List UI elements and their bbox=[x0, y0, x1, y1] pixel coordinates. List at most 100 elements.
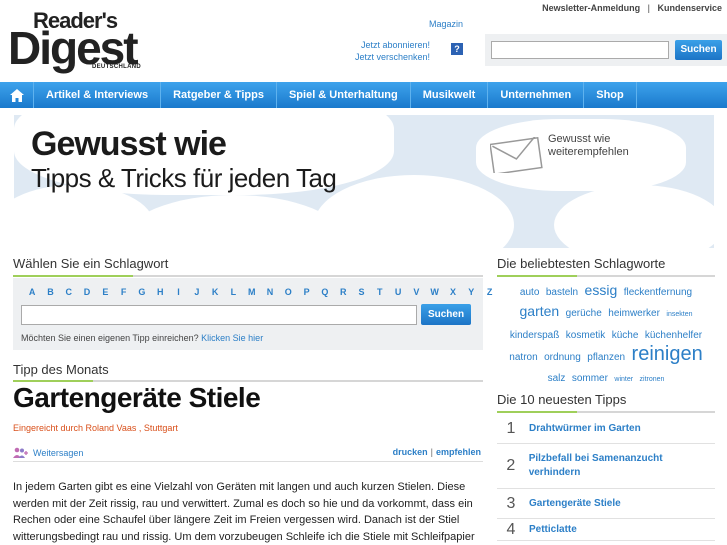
letter-link[interactable]: D bbox=[78, 287, 96, 297]
magazin-label: Magazin bbox=[429, 19, 464, 29]
letter-link[interactable]: Y bbox=[462, 287, 480, 297]
letter-link[interactable]: T bbox=[371, 287, 389, 297]
subscribe-link[interactable]: Jetzt abonnieren! bbox=[355, 39, 430, 51]
letter-link[interactable]: B bbox=[41, 287, 59, 297]
letter-link[interactable]: Z bbox=[480, 287, 498, 297]
tag-link[interactable]: natron bbox=[509, 352, 537, 363]
letter-link[interactable]: S bbox=[352, 287, 370, 297]
article-actions: Weitersagen drucken | empfehlen bbox=[13, 446, 483, 462]
search-box: Suchen bbox=[485, 34, 727, 66]
letter-link[interactable]: V bbox=[407, 287, 425, 297]
newest-list: 1 Drahtwürmer im Garten 2 Pilzbefall bei Sa… bbox=[497, 414, 715, 541]
letter-link[interactable]: O bbox=[279, 287, 297, 297]
main-nav: Artikel & Interviews Ratgeber & Tipps Sp… bbox=[0, 82, 727, 108]
tag-link[interactable]: salz bbox=[548, 373, 566, 384]
newest-link[interactable]: Petticlatte bbox=[525, 523, 577, 537]
nav-musikwelt[interactable]: Musikwelt bbox=[411, 82, 489, 108]
subscription-links: Jetzt abonnieren! Jetzt verschenken! bbox=[355, 39, 430, 63]
tag-link[interactable]: auto bbox=[520, 287, 539, 298]
newest-heading-wrap: Die 10 neuesten Tipps bbox=[497, 392, 715, 413]
tag-link[interactable]: heimwerker bbox=[608, 308, 660, 319]
tag-link[interactable]: fleckentfernung bbox=[624, 287, 692, 298]
tag-link[interactable]: ordnung bbox=[544, 352, 581, 363]
recommend-link[interactable]: empfehlen bbox=[436, 447, 481, 457]
tag-link[interactable]: kinderspaß bbox=[510, 330, 559, 341]
nav-spiel[interactable]: Spiel & Unterhaltung bbox=[277, 82, 411, 108]
tag-link[interactable]: garten bbox=[520, 303, 560, 319]
newest-row[interactable]: 4 Petticlatte bbox=[497, 519, 715, 541]
keyword-heading: Wählen Sie ein Schlagwort bbox=[13, 256, 169, 271]
letter-link[interactable]: G bbox=[133, 287, 151, 297]
article-body: In jedem Garten gibt es eine Vielzahl vo… bbox=[13, 481, 475, 543]
letter-link[interactable]: W bbox=[426, 287, 444, 297]
separator: | bbox=[430, 447, 433, 457]
tag-link[interactable]: basteln bbox=[546, 287, 578, 298]
letter-link[interactable]: R bbox=[334, 287, 352, 297]
letter-link[interactable]: C bbox=[60, 287, 78, 297]
own-tip-link[interactable]: Klicken Sie hier bbox=[201, 333, 263, 343]
letter-link[interactable]: F bbox=[114, 287, 132, 297]
tag-link[interactable]: gerüche bbox=[566, 308, 602, 319]
nav-shop[interactable]: Shop bbox=[584, 82, 637, 108]
article-title: Gartengeräte Stiele bbox=[13, 382, 261, 413]
search-input[interactable] bbox=[491, 41, 669, 59]
tag-link[interactable]: reinigen bbox=[632, 343, 703, 365]
home-icon bbox=[9, 88, 24, 102]
share-label: Weitersagen bbox=[33, 447, 84, 458]
readers-digest-logo[interactable]: Reader's Digest DEUTSCHLAND bbox=[8, 8, 148, 72]
keyword-search-button[interactable]: Suchen bbox=[421, 304, 471, 325]
newest-row[interactable]: 1 Drahtwürmer im Garten bbox=[497, 414, 715, 444]
letter-link[interactable]: M bbox=[243, 287, 261, 297]
letter-link[interactable]: A bbox=[23, 287, 41, 297]
share-banner-text[interactable]: Gewusst wie weiterempfehlen bbox=[548, 133, 629, 159]
tag-link[interactable]: küchenhelfer bbox=[645, 330, 702, 341]
newest-link[interactable]: Drahtwürmer im Garten bbox=[525, 422, 641, 436]
keyword-input[interactable] bbox=[21, 305, 417, 325]
letter-link[interactable]: I bbox=[169, 287, 187, 297]
tag-link[interactable]: pflanzen bbox=[587, 352, 625, 363]
share-link[interactable]: Weitersagen bbox=[13, 447, 83, 458]
tag-link[interactable]: winter bbox=[614, 376, 633, 383]
tag-link[interactable]: sommer bbox=[572, 373, 608, 384]
alphabet-list: ABCDEFGHIJKLMNOPQRSTUVWXYZ bbox=[23, 287, 499, 297]
tag-link[interactable]: küche bbox=[612, 330, 639, 341]
envelope-icon[interactable] bbox=[490, 137, 544, 173]
keyword-box: ABCDEFGHIJKLMNOPQRSTUVWXYZ Suchen Möchte… bbox=[13, 278, 492, 350]
logo-line3: DEUTSCHLAND bbox=[92, 64, 141, 70]
letter-link[interactable]: K bbox=[206, 287, 224, 297]
home-button[interactable] bbox=[0, 82, 34, 108]
people-plus-icon bbox=[13, 447, 28, 458]
newest-link[interactable]: Pilzbefall bei Samenanzucht verhindern bbox=[525, 452, 715, 480]
letter-link[interactable]: N bbox=[261, 287, 279, 297]
banner-subtitle: Tipps & Tricks für jeden Tag bbox=[31, 163, 337, 193]
gift-link[interactable]: Jetzt verschenken! bbox=[355, 51, 430, 63]
letter-link[interactable]: L bbox=[224, 287, 242, 297]
print-link[interactable]: drucken bbox=[393, 447, 428, 457]
search-button[interactable]: Suchen bbox=[675, 40, 722, 60]
help-icon[interactable]: ? bbox=[451, 43, 463, 55]
newest-row[interactable]: 3 Gartengeräte Stiele bbox=[497, 489, 715, 519]
customer-service-link[interactable]: Kundenservice bbox=[657, 3, 722, 13]
letter-link[interactable]: P bbox=[297, 287, 315, 297]
nav-ratgeber[interactable]: Ratgeber & Tipps bbox=[161, 82, 277, 108]
letter-link[interactable]: Q bbox=[316, 287, 334, 297]
tag-link[interactable]: essig bbox=[585, 282, 618, 298]
letter-link[interactable]: X bbox=[444, 287, 462, 297]
tag-link[interactable]: insekten bbox=[666, 311, 692, 318]
letter-link[interactable]: U bbox=[389, 287, 407, 297]
newest-row[interactable]: 2 Pilzbefall bei Samenanzucht verhindern bbox=[497, 444, 715, 489]
newest-link[interactable]: Gartengeräte Stiele bbox=[525, 497, 621, 511]
byline: Eingereicht durch Roland Vaas , Stuttgar… bbox=[13, 423, 178, 433]
letter-link[interactable]: H bbox=[151, 287, 169, 297]
tag-link[interactable]: zitronen bbox=[640, 376, 665, 383]
cloud-shape bbox=[124, 195, 344, 248]
tip-heading-wrap: Tipp des Monats bbox=[13, 362, 483, 382]
newsletter-link[interactable]: Newsletter-Anmeldung bbox=[542, 3, 640, 13]
keyword-heading-wrap: Wählen Sie ein Schlagwort bbox=[13, 256, 483, 277]
nav-unternehmen[interactable]: Unternehmen bbox=[488, 82, 585, 108]
banner-title: Gewusst wie bbox=[31, 125, 227, 163]
letter-link[interactable]: E bbox=[96, 287, 114, 297]
tag-link[interactable]: kosmetik bbox=[566, 330, 605, 341]
letter-link[interactable]: J bbox=[188, 287, 206, 297]
nav-artikel[interactable]: Artikel & Interviews bbox=[34, 82, 162, 108]
